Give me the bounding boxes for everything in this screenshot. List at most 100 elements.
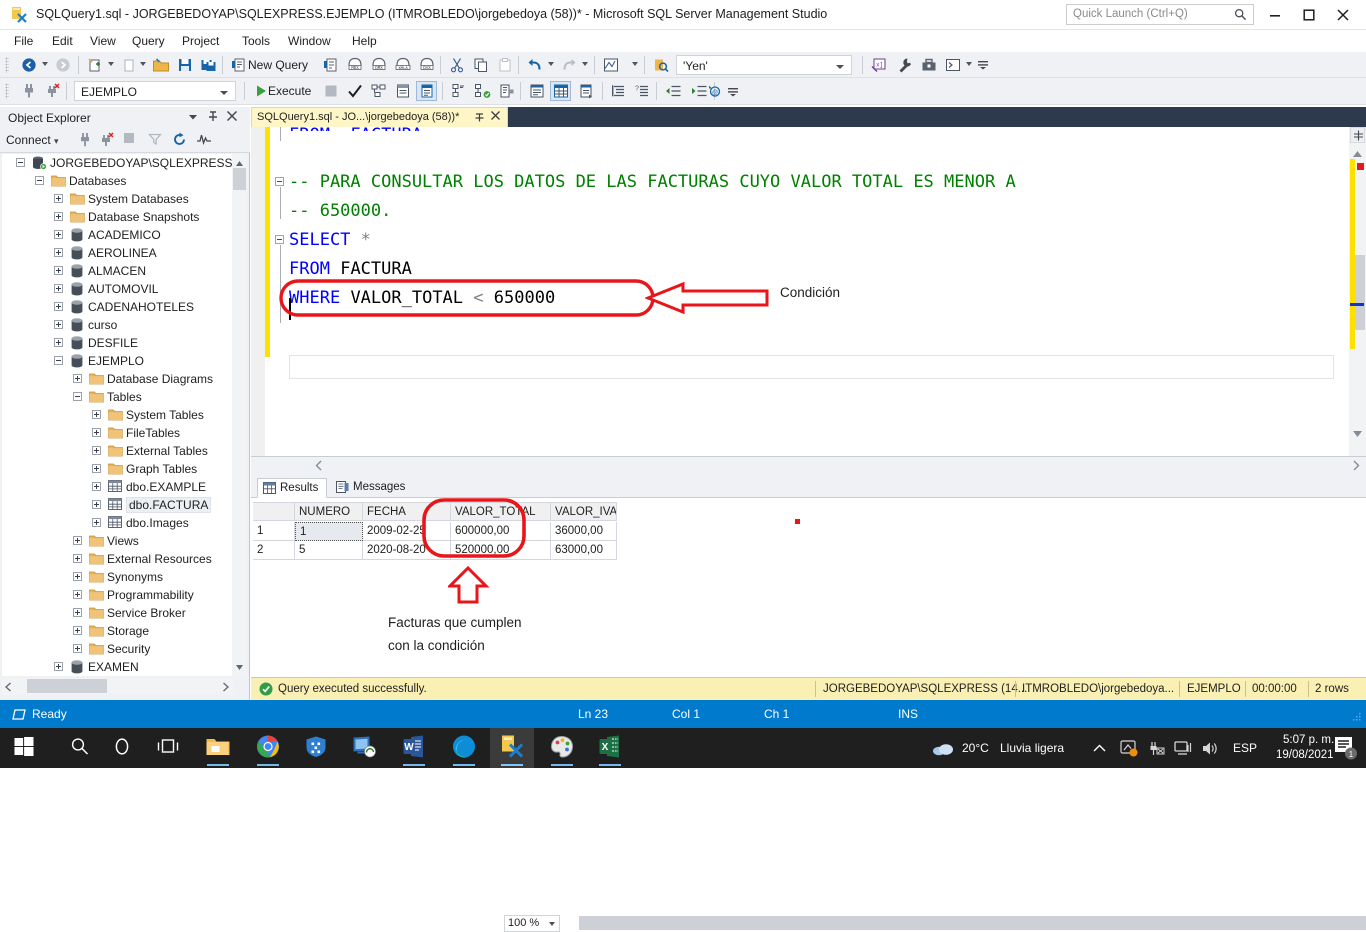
save-icon[interactable]: [174, 55, 195, 75]
connect-caret-icon[interactable]: ▾: [54, 136, 59, 146]
open-file-icon[interactable]: [150, 55, 171, 75]
tree-node[interactable]: System Tables: [2, 406, 233, 424]
sqlcmd-mode-icon[interactable]: [496, 81, 517, 101]
hscroll-thumb[interactable]: [27, 679, 107, 693]
editor-outlining-margin[interactable]: [273, 127, 287, 456]
tree-node[interactable]: Security: [2, 640, 233, 658]
row-number-cell[interactable]: 1: [253, 522, 295, 541]
menu-view[interactable]: View: [84, 33, 122, 50]
script-icon[interactable]: x]: [868, 55, 889, 75]
word-button[interactable]: W: [392, 728, 436, 768]
connect-plug-icon[interactable]: [18, 81, 39, 101]
collapse-icon[interactable]: [54, 356, 63, 365]
grid-corner-header[interactable]: [253, 502, 295, 521]
toolbar-grip[interactable]: [5, 57, 9, 73]
editor-scroll-right-icon[interactable]: [1352, 460, 1360, 474]
tree-node[interactable]: dbo.FACTURA: [2, 496, 233, 514]
clock-date[interactable]: 19/08/2021: [1276, 749, 1334, 761]
copy-icon[interactable]: [470, 55, 491, 75]
parse-check-icon[interactable]: [344, 81, 365, 101]
grid-cell[interactable]: 63000,00: [551, 541, 617, 560]
code-line[interactable]: SELECT *: [289, 226, 371, 255]
expand-icon[interactable]: [54, 284, 63, 293]
tree-node[interactable]: ACADEMICO: [2, 226, 233, 244]
tree-node[interactable]: Tables: [2, 388, 233, 406]
connect-plug-icon-oe[interactable]: [78, 132, 97, 150]
expand-icon[interactable]: [73, 644, 82, 653]
chrome-button[interactable]: [246, 728, 290, 768]
volume-icon[interactable]: [1201, 740, 1219, 760]
grid-cell[interactable]: 520000,00: [451, 541, 551, 560]
expand-icon[interactable]: [73, 590, 82, 599]
expand-icon[interactable]: [54, 230, 63, 239]
menu-edit[interactable]: Edit: [46, 33, 79, 50]
code-line[interactable]: FROM FACTURA: [289, 255, 412, 284]
document-tab-sqlquery1[interactable]: SQLQuery1.sql - JO...\jorgebedoya (58))*: [251, 107, 508, 127]
menu-window[interactable]: Window: [282, 33, 337, 50]
language-indicator[interactable]: ESP: [1233, 741, 1257, 755]
display-estimated-plan-icon[interactable]: [368, 81, 389, 101]
undo-icon[interactable]: [524, 55, 545, 75]
outline-collapse-select[interactable]: [275, 235, 284, 244]
close-button[interactable]: [1326, 0, 1360, 29]
code-line[interactable]: WHERE VALOR_TOTAL < 650000: [289, 284, 555, 313]
expand-icon[interactable]: [54, 194, 63, 203]
search-button[interactable]: [58, 728, 102, 768]
editor-hscroll-thumb[interactable]: [579, 916, 1366, 930]
command-prompt-icon[interactable]: [942, 55, 963, 75]
new-project-icon[interactable]: [84, 55, 105, 75]
toolbar2-overflow-icon[interactable]: [728, 86, 738, 100]
redo-dropdown[interactable]: [582, 62, 588, 66]
maximize-button[interactable]: [1292, 0, 1326, 29]
menu-project[interactable]: Project: [176, 33, 225, 50]
results-to-file-icon[interactable]: [576, 81, 597, 101]
expand-icon[interactable]: [54, 320, 63, 329]
tree-node[interactable]: AEROLINEA: [2, 244, 233, 262]
grid-cell[interactable]: 2009-02-25: [363, 522, 451, 541]
dax-query-icon[interactable]: DAX: [416, 55, 437, 75]
collapse-icon[interactable]: [73, 392, 82, 401]
split-editor-button[interactable]: [1350, 127, 1365, 143]
security-button[interactable]: [294, 728, 338, 768]
tree-node[interactable]: Database Diagrams: [2, 370, 233, 388]
onedrive-icon[interactable]: [1120, 740, 1138, 760]
tab-messages[interactable]: Messages: [331, 478, 415, 498]
disconnect-plug-icon[interactable]: [42, 81, 63, 101]
weather-description[interactable]: Lluvia ligera: [1000, 741, 1064, 755]
object-explorer-hscrollbar[interactable]: [2, 678, 233, 694]
column-header[interactable]: NUMERO: [295, 502, 363, 521]
navigate-back-dropdown[interactable]: [42, 62, 48, 66]
disconnect-plug-icon-oe[interactable]: [100, 132, 119, 150]
new-query-label[interactable]: New Query: [248, 58, 308, 72]
usb-safely-remove-icon[interactable]: [1147, 740, 1165, 760]
tree-node[interactable]: dbo.EXAMPLE: [2, 478, 233, 496]
expand-icon[interactable]: [92, 410, 101, 419]
analysis-query-icon[interactable]: [320, 55, 341, 75]
new-project-dropdown[interactable]: [108, 62, 114, 66]
task-view-button[interactable]: [146, 728, 190, 768]
expand-icon[interactable]: [54, 338, 63, 347]
collapse-icon[interactable]: [35, 176, 44, 185]
results-to-grid-icon[interactable]: [550, 81, 571, 101]
save-all-icon[interactable]: [198, 55, 219, 75]
tree-node[interactable]: Database Snapshots: [2, 208, 233, 226]
notification-center-button[interactable]: 1: [1334, 736, 1358, 763]
connect-button[interactable]: Connect ▾: [6, 133, 59, 147]
column-header[interactable]: VALOR_IVA: [551, 502, 617, 521]
tree-node[interactable]: Synonyms: [2, 568, 233, 586]
object-explorer-vscrollbar[interactable]: [232, 154, 247, 676]
navigate-dropdown[interactable]: [632, 62, 638, 66]
tree-node[interactable]: External Tables: [2, 442, 233, 460]
menu-query[interactable]: Query: [126, 33, 171, 50]
tree-node[interactable]: JORGEBEDOYAP\SQLEXPRESS (S(: [2, 154, 233, 172]
menu-tools[interactable]: Tools: [236, 33, 276, 50]
expand-icon[interactable]: [54, 662, 63, 671]
new-query-icon[interactable]: [228, 55, 249, 75]
grid-cell[interactable]: 36000,00: [551, 522, 617, 541]
expand-icon[interactable]: [54, 248, 63, 257]
expand-icon[interactable]: [73, 608, 82, 617]
quick-launch-input[interactable]: Quick Launch (Ctrl+Q): [1066, 4, 1254, 25]
execute-label[interactable]: Execute: [268, 84, 311, 98]
dropdown-icon[interactable]: [186, 110, 202, 126]
expand-icon[interactable]: [54, 266, 63, 275]
